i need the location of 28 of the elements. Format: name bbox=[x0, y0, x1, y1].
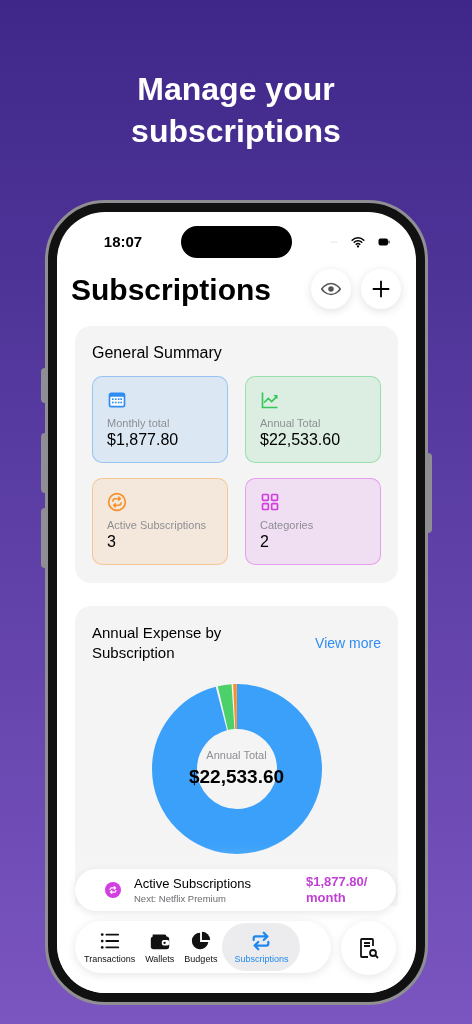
banner-title: Active Subscriptions bbox=[134, 875, 253, 892]
wifi-icon bbox=[350, 235, 366, 249]
tile-value: 3 bbox=[107, 532, 117, 552]
tile-value: $22,533.60 bbox=[260, 430, 342, 450]
add-button[interactable] bbox=[361, 269, 401, 309]
repeat-badge-icon bbox=[105, 882, 121, 898]
card-title: General Summary bbox=[92, 343, 223, 363]
search-document-button[interactable] bbox=[341, 921, 396, 975]
tile-label: Active Subscriptions bbox=[107, 518, 208, 532]
headline: Manage your subscriptions bbox=[130, 70, 342, 151]
tile-label: Monthly total bbox=[107, 416, 171, 430]
tile-value: $1,877.80 bbox=[107, 430, 180, 450]
center-label: Annual Total bbox=[206, 747, 267, 763]
tile-label: Annual Total bbox=[260, 416, 322, 430]
card-title: Annual Expense by Subscription bbox=[92, 623, 223, 663]
banner-subtitle: Next: Netflix Premium bbox=[134, 891, 227, 905]
active-subscriptions-banner[interactable]: Active Subscriptions Next: Netflix Premium $1,877.80/ month bbox=[75, 869, 396, 911]
banner-amount: $1,877.80/ month bbox=[306, 874, 369, 906]
visibility-button[interactable] bbox=[311, 269, 351, 309]
status-time: 18:07 bbox=[102, 231, 144, 252]
tab-button[interactable]: Transactions bbox=[79, 923, 141, 971]
plus-icon bbox=[370, 278, 392, 300]
pie-chart-icon bbox=[189, 929, 212, 952]
tab-button[interactable]: Budgets bbox=[179, 923, 223, 971]
tile-label: Categories bbox=[260, 518, 315, 532]
page-title: Subscriptions bbox=[71, 271, 272, 308]
tile-value: 2 bbox=[260, 532, 270, 552]
tab-button[interactable]: Wallets bbox=[140, 923, 180, 971]
